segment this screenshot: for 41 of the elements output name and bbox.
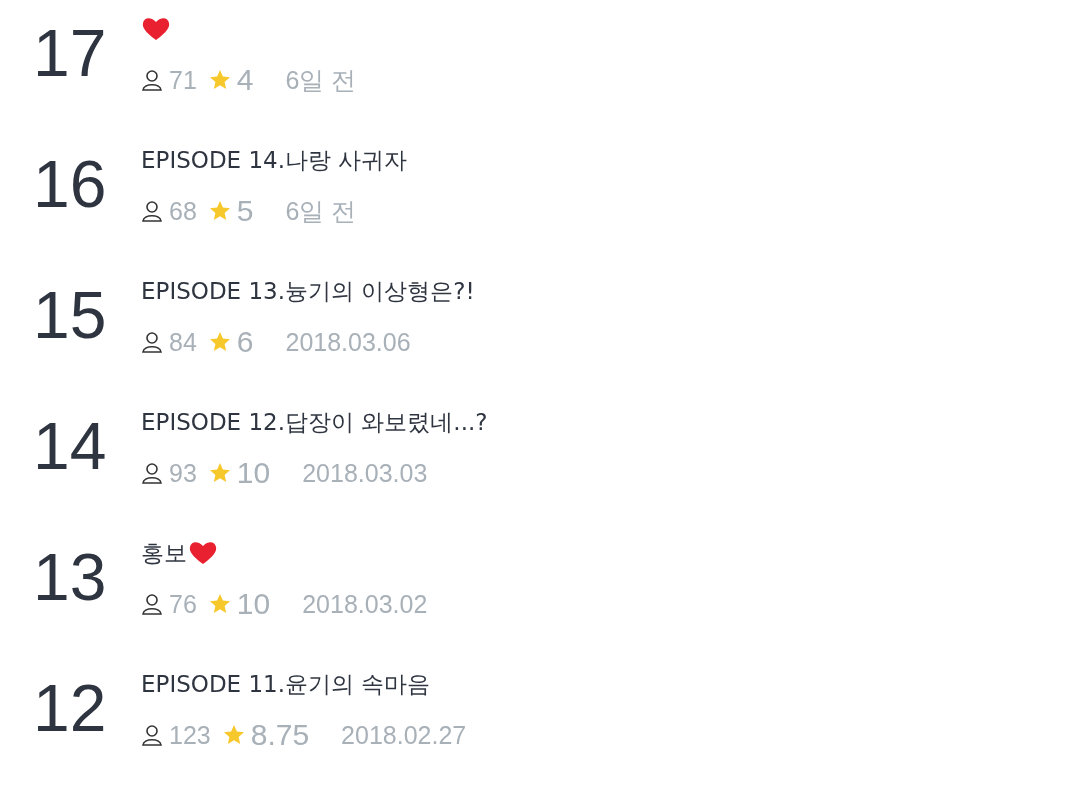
episode-title[interactable]: EPISODE 11.윤기의 속마음: [141, 668, 431, 700]
star-icon: [222, 724, 245, 746]
rating: 5: [236, 194, 254, 228]
person-icon: [141, 69, 163, 91]
date: 2018.03.06: [285, 327, 411, 357]
date: 2018.03.02: [302, 589, 428, 619]
star-icon: [208, 462, 231, 484]
episode-title[interactable]: EPISODE 12.답장이 와보렸네...?: [141, 406, 488, 438]
view-count: 84: [169, 327, 197, 357]
episode-number: 16: [33, 146, 108, 217]
view-count: 76: [169, 589, 197, 619]
date: 6일 전: [285, 64, 357, 96]
date: 2018.02.27: [341, 720, 467, 750]
rating: 4: [236, 63, 254, 97]
view-count: 71: [169, 65, 197, 95]
person-icon: [141, 593, 163, 615]
episode-number: 12: [33, 670, 108, 741]
rating: 10: [236, 587, 271, 621]
episode-number: 14: [33, 408, 108, 479]
episode-title[interactable]: 홍보: [141, 537, 187, 569]
person-icon: [141, 331, 163, 353]
episode-number: 15: [33, 277, 108, 348]
date: 2018.03.03: [302, 458, 428, 488]
episode-title[interactable]: EPISODE 13.늉기의 이상형은?!: [141, 275, 475, 307]
star-icon: [208, 200, 231, 222]
rating: 10: [236, 456, 271, 490]
person-icon: [141, 200, 163, 222]
star-icon: [208, 69, 231, 91]
episode-title[interactable]: EPISODE 14.나랑 사귀자: [141, 144, 408, 176]
person-icon: [141, 724, 163, 746]
star-icon: [208, 331, 231, 353]
rating: 6: [236, 325, 254, 359]
person-icon: [141, 462, 163, 484]
episode-number: 17: [33, 15, 108, 86]
view-count: 93: [169, 458, 197, 488]
view-count: 123: [169, 720, 211, 750]
date: 6일 전: [285, 195, 357, 227]
star-icon: [208, 593, 231, 615]
view-count: 68: [169, 196, 197, 226]
rating: 8.75: [250, 718, 310, 752]
episode-number: 13: [33, 539, 108, 610]
